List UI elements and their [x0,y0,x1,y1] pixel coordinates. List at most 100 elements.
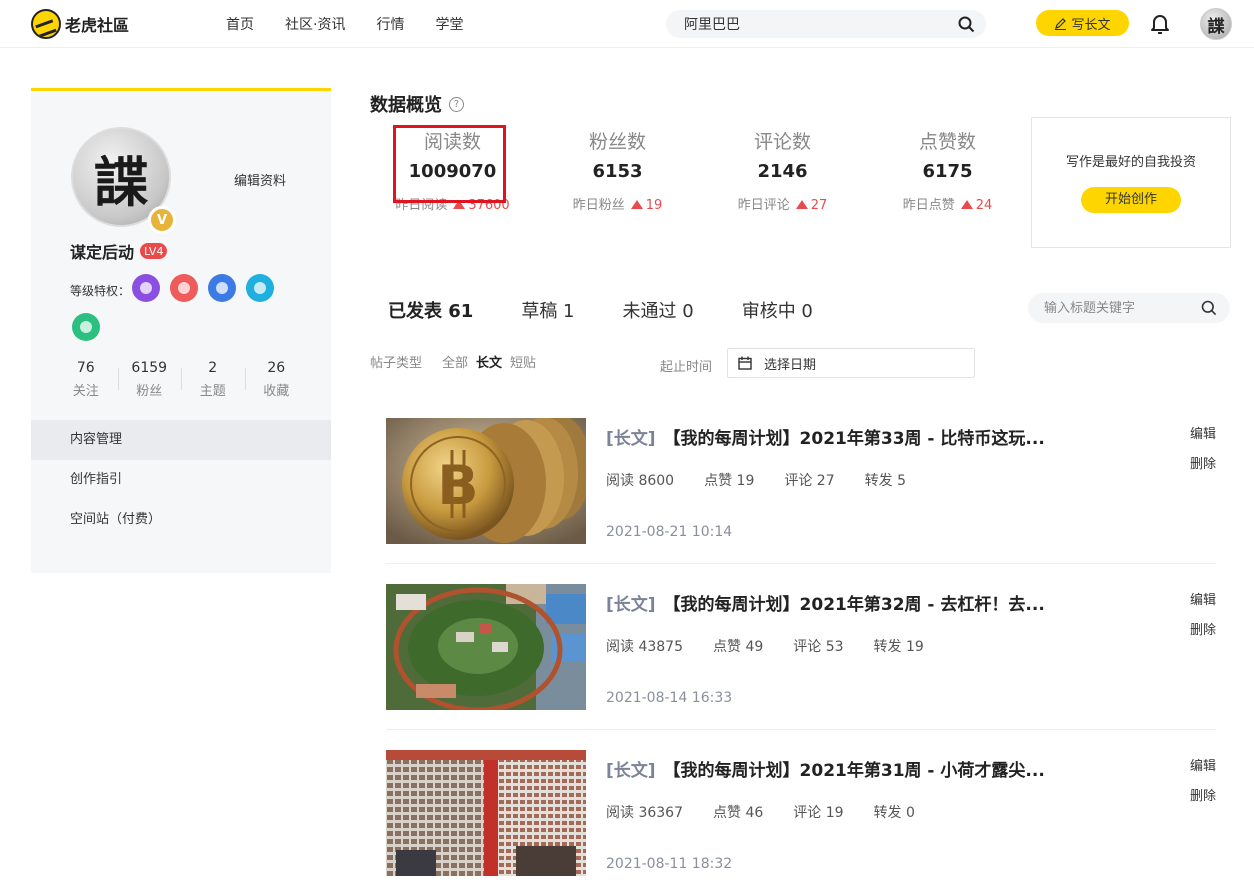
post-comments: 评论 19 [793,805,844,821]
metric-value: 6175 [922,161,973,182]
nav-home[interactable]: 首页 [226,14,254,34]
tab-published[interactable]: 已发表 61 [388,297,473,323]
sidebar-item-writing-guide[interactable]: 创作指引 [31,460,331,500]
nav-academy[interactable]: 学堂 [435,14,463,34]
privilege-icon-1[interactable] [132,274,160,302]
post-tag: [长文] [606,595,656,615]
metric-value: 6153 [592,161,643,182]
post-shares: 转发 5 [864,473,906,489]
post-shares: 转发 0 [873,805,915,821]
stat-label: 收藏 [263,384,290,399]
metric-delta-value: 27 [810,198,828,213]
tab-rejected[interactable]: 未通过 0 [623,297,694,323]
start-writing-button[interactable]: 开始创作 [1081,187,1181,213]
help-icon[interactable]: ? [449,96,464,112]
metric-delta: 昨日粉丝 19 [535,194,700,213]
verified-badge-icon: V [148,206,176,234]
username: 谋定后动 LV4 [70,239,168,263]
metric-delta-value: 19 [645,198,663,213]
date-picker-placeholder: 选择日期 [764,357,817,373]
username-text: 谋定后动 [70,243,135,262]
stat-topics[interactable]: 2 主题 [181,360,245,399]
delete-post-button[interactable]: 删除 [1190,616,1216,646]
post-reads: 阅读 8600 [606,473,675,489]
post-title[interactable]: [长文] 【我的每周计划】2021年第33周 - 比特币这玩... [606,424,1045,449]
post-shares: 转发 19 [873,639,924,655]
divider [386,729,1216,730]
sidebar-item-space-station[interactable]: 空间站（付费） [31,500,331,540]
content-tabs: 已发表 61 草稿 1 未通过 0 审核中 0 [388,297,861,323]
post-date: 2021-08-14 16:33 [606,690,733,706]
tiger-logo-icon [31,9,61,39]
post-likes: 点赞 46 [713,805,764,821]
stat-favorites[interactable]: 26 收藏 [244,360,309,399]
post-item: [长文] 【我的每周计划】2021年第31周 - 小荷才露尖... 阅读 3636… [386,750,1216,876]
top-bar: 老虎社區 首页 社区·资讯 行情 学堂 写长文 諜 [0,0,1254,48]
privilege-icon-5[interactable] [72,313,100,341]
post-actions: 编辑 删除 [1190,586,1216,646]
sidebar-menu: 内容管理 创作指引 空间站（付费） [31,420,331,540]
edit-post-button[interactable]: 编辑 [1190,752,1216,782]
edit-profile-link[interactable]: 编辑资料 [234,170,286,189]
post-title[interactable]: [长文] 【我的每周计划】2021年第31周 - 小荷才露尖... [606,756,1045,781]
stat-followers[interactable]: 6159 粉丝 [117,360,182,399]
delete-post-button[interactable]: 删除 [1190,782,1216,812]
sidebar-item-content-management[interactable]: 内容管理 [31,420,331,460]
svg-text:B: B [437,454,478,517]
stat-following[interactable]: 76 关注 [54,360,118,399]
stat-label: 粉丝 [136,384,163,399]
metric-label: 评论数 [753,131,811,153]
post-title[interactable]: [长文] 【我的每周计划】2021年第32周 - 去杠杆！去... [606,590,1045,615]
calendar-icon [738,356,752,370]
post-thumbnail-bitcoin[interactable]: B [386,418,586,544]
edit-post-button[interactable]: 编辑 [1190,420,1216,450]
logo[interactable]: 老虎社區 [31,9,129,39]
post-reads: 阅读 36367 [606,805,683,821]
privilege-icon-4[interactable] [246,274,274,302]
date-picker[interactable]: 选择日期 [727,348,975,378]
write-article-button[interactable]: 写长文 [1036,10,1129,36]
bell-icon[interactable] [1149,12,1171,34]
search-input[interactable] [684,14,944,34]
privileges-label: 等级特权： [70,284,131,298]
filter-short-post[interactable]: 短贴 [510,352,536,371]
tab-drafts[interactable]: 草稿 1 [521,297,574,323]
post-tag: [长文] [606,761,656,781]
post-stats: 阅读 8600 点赞 19 评论 27 转发 5 [606,470,936,490]
stat-label: 关注 [72,384,99,399]
post-actions: 编辑 删除 [1190,752,1216,812]
privilege-icon-2[interactable] [170,274,198,302]
stat-value: 26 [267,360,286,376]
privilege-icon-3[interactable] [208,274,236,302]
post-type-label: 帖子类型 [370,356,423,371]
stat-value: 2 [208,360,218,376]
stat-value: 6159 [131,360,168,376]
up-arrow-icon [630,200,643,209]
filter-all[interactable]: 全部 [442,352,468,371]
filter-long-article[interactable]: 长文 [476,352,502,371]
metric-delta-label: 昨日粉丝 [572,198,625,213]
metric-delta-value: 24 [975,198,993,213]
nav-market[interactable]: 行情 [376,14,404,34]
post-title-text: 【我的每周计划】2021年第32周 - 去杠杆！去... [663,595,1045,615]
post-thumbnail-building[interactable] [386,750,586,876]
metric-label: 点赞数 [918,131,976,153]
tab-reviewing[interactable]: 审核中 0 [742,297,813,323]
metric-comments: 评论数 2146 昨日评论 27 [700,127,865,213]
search-icon[interactable] [1201,300,1217,316]
global-search [666,10,986,38]
level-badge: LV4 [140,243,168,259]
post-thumbnail-aerial[interactable] [386,584,586,710]
post-type-filter: 帖子类型 全部 长文 短贴 [370,352,544,371]
nav-community[interactable]: 社区·资讯 [285,14,345,34]
writing-promo-card: 写作是最好的自我投资 开始创作 [1031,117,1231,248]
post-stats: 阅读 43875 点赞 49 评论 53 转发 19 [606,636,954,656]
profile-sidebar: 諜 V 编辑资料 谋定后动 LV4 等级特权： 76 关注 6159 粉丝 2 … [31,88,331,573]
delete-post-button[interactable]: 删除 [1190,450,1216,480]
edit-post-button[interactable]: 编辑 [1190,586,1216,616]
keyword-search-input[interactable] [1044,298,1194,318]
post-date: 2021-08-21 10:14 [606,524,733,540]
user-avatar[interactable]: 諜 [1200,8,1232,40]
metric-fans: 粉丝数 6153 昨日粉丝 19 [535,127,700,213]
search-icon[interactable] [958,16,975,33]
